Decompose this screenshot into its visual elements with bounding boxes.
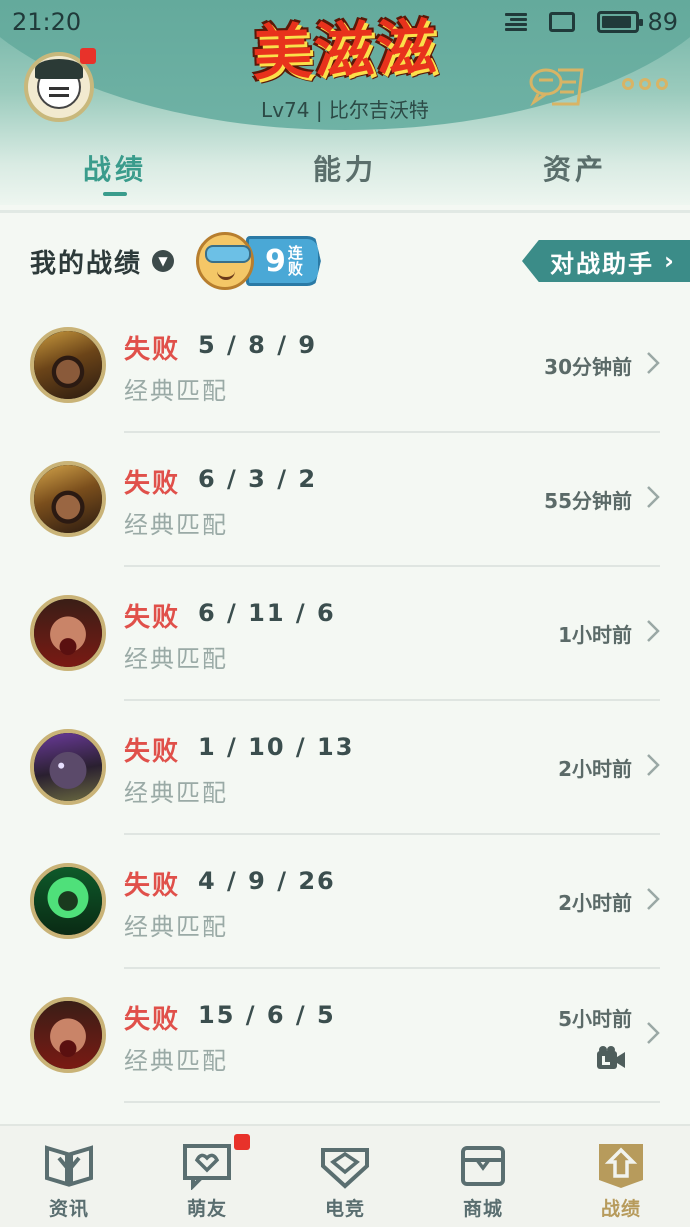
chest-icon <box>461 1146 505 1186</box>
battle-record-icon <box>599 1144 643 1188</box>
record-content: 我的战绩 ▼ 9 连败 对战助手 › 失败 5 / 8 / 9 经典匹配 30分… <box>0 210 690 1122</box>
match-kda: 1 / 10 / 13 <box>198 733 355 761</box>
sim-card-icon <box>549 12 576 32</box>
profile-tabs: 战绩 能力 资产 <box>0 140 690 200</box>
notification-lines-icon <box>505 13 528 31</box>
status-icons: 89 <box>505 8 678 36</box>
friends-notification-badge <box>234 1134 250 1150</box>
section-title[interactable]: 我的战绩 <box>30 243 142 280</box>
teemo-face-icon <box>196 232 255 290</box>
match-row[interactable]: 失败 4 / 9 / 26 经典匹配 2小时前 <box>0 835 690 969</box>
match-mode: 经典匹配 <box>124 913 228 941</box>
battle-assistant-label: 对战助手 <box>550 249 655 278</box>
match-result: 失败 <box>124 335 181 365</box>
streak-count: 9 <box>265 243 286 279</box>
tab-ability[interactable]: 能力 <box>230 140 460 200</box>
golden-helmet-warrior-icon <box>34 465 102 533</box>
match-mode: 经典匹配 <box>124 511 228 539</box>
match-kda: 15 / 6 / 5 <box>198 1001 336 1029</box>
chevron-down-icon[interactable]: ▼ <box>152 250 175 272</box>
chevron-right-icon: › <box>664 247 676 275</box>
nav-label: 萌友 <box>186 1198 227 1220</box>
battery-level: 89 <box>647 8 678 36</box>
hero-portrait <box>30 461 106 537</box>
match-time: 2小时前 <box>558 891 632 915</box>
purple-shadow-assassin-icon <box>34 733 102 801</box>
video-replay-icon[interactable] <box>596 1045 626 1071</box>
green-warden-icon <box>34 867 102 935</box>
roaring-warrior-icon <box>34 599 102 667</box>
status-time: 21:20 <box>12 8 82 36</box>
roaring-warrior-icon <box>34 1001 102 1069</box>
hero-portrait <box>30 327 106 403</box>
nav-label: 商城 <box>462 1198 503 1220</box>
chevron-right-icon <box>647 888 660 910</box>
nav-item-friends[interactable]: 萌友 <box>138 1126 276 1227</box>
hero-portrait <box>30 863 106 939</box>
nav-item-news[interactable]: 资讯 <box>0 1126 138 1227</box>
nav-label: 战绩 <box>600 1198 641 1220</box>
match-result: 失败 <box>124 1005 181 1035</box>
battle-assistant-button[interactable]: 对战助手 › <box>522 240 690 282</box>
avatar-notification-badge <box>80 48 96 64</box>
esports-shield-icon <box>321 1148 369 1189</box>
battery-icon <box>597 11 644 33</box>
book-icon <box>45 1145 93 1187</box>
match-kda: 6 / 3 / 2 <box>198 465 318 493</box>
match-kda: 6 / 11 / 6 <box>198 599 336 627</box>
chevron-right-icon <box>647 486 660 508</box>
match-result: 失败 <box>124 603 181 633</box>
nav-item-record[interactable]: 战绩 <box>552 1126 690 1227</box>
nav-item-esports[interactable]: 电竞 <box>276 1126 414 1227</box>
loss-streak-badge: 9 连败 <box>196 232 321 290</box>
chevron-right-icon <box>647 620 660 642</box>
golden-helmet-warrior-icon <box>34 331 102 399</box>
profile-header: 21:20 89 美滋滋 Lv74 | 比尔吉沃特 战绩 能力 资产 <box>0 0 690 205</box>
more-options-icon[interactable] <box>622 74 670 94</box>
match-row[interactable]: 失败 5 / 8 / 9 经典匹配 30分钟前 <box>0 299 690 433</box>
match-time: 5小时前 <box>558 1007 632 1031</box>
chevron-right-icon <box>647 754 660 776</box>
match-row[interactable]: 失败 15 / 6 / 5 经典匹配 5小时前 <box>0 969 690 1103</box>
battery-indicator: 89 <box>597 8 678 36</box>
match-kda: 5 / 8 / 9 <box>198 331 318 359</box>
match-time: 30分钟前 <box>544 355 632 379</box>
bottom-navigation: 资讯 萌友 电竞 商城 战绩 <box>0 1124 690 1227</box>
hero-portrait <box>30 595 106 671</box>
logo-text: 美滋滋 <box>251 12 440 89</box>
level-and-server: Lv74 | 比尔吉沃特 <box>261 98 429 122</box>
chevron-right-icon <box>647 352 660 374</box>
match-mode: 经典匹配 <box>124 645 228 673</box>
match-kda: 4 / 9 / 26 <box>198 867 336 895</box>
tab-assets[interactable]: 资产 <box>460 140 690 200</box>
nav-label: 资讯 <box>48 1198 89 1220</box>
nav-item-shop[interactable]: 商城 <box>414 1126 552 1227</box>
tab-record[interactable]: 战绩 <box>0 140 230 200</box>
match-time: 2小时前 <box>558 757 632 781</box>
match-time: 55分钟前 <box>544 489 632 513</box>
nav-label: 电竞 <box>324 1198 365 1220</box>
match-row[interactable]: 失败 6 / 3 / 2 经典匹配 55分钟前 <box>0 433 690 567</box>
match-mode: 经典匹配 <box>124 779 228 807</box>
record-section-header: 我的战绩 ▼ 9 连败 对战助手 › <box>0 223 690 299</box>
streak-word: 连败 <box>287 244 303 278</box>
match-row[interactable]: 失败 1 / 10 / 13 经典匹配 2小时前 <box>0 701 690 835</box>
streak-tag: 9 连败 <box>246 236 321 286</box>
match-mode: 经典匹配 <box>124 1047 228 1075</box>
hero-portrait <box>30 729 106 805</box>
chevron-right-icon <box>647 1022 660 1044</box>
message-scroll-icon[interactable] <box>528 64 586 106</box>
match-time: 1小时前 <box>558 623 632 647</box>
match-list: 失败 5 / 8 / 9 经典匹配 30分钟前 失败 6 / 3 / 2 经典匹… <box>0 299 690 1103</box>
match-mode: 经典匹配 <box>124 377 228 405</box>
app-logo: 美滋滋 <box>232 2 458 88</box>
match-result: 失败 <box>124 871 181 901</box>
match-result: 失败 <box>124 737 181 767</box>
match-result: 失败 <box>124 469 181 499</box>
hero-portrait <box>30 997 106 1073</box>
match-row[interactable]: 失败 6 / 11 / 6 经典匹配 1小时前 <box>0 567 690 701</box>
chat-heart-icon <box>183 1144 231 1190</box>
